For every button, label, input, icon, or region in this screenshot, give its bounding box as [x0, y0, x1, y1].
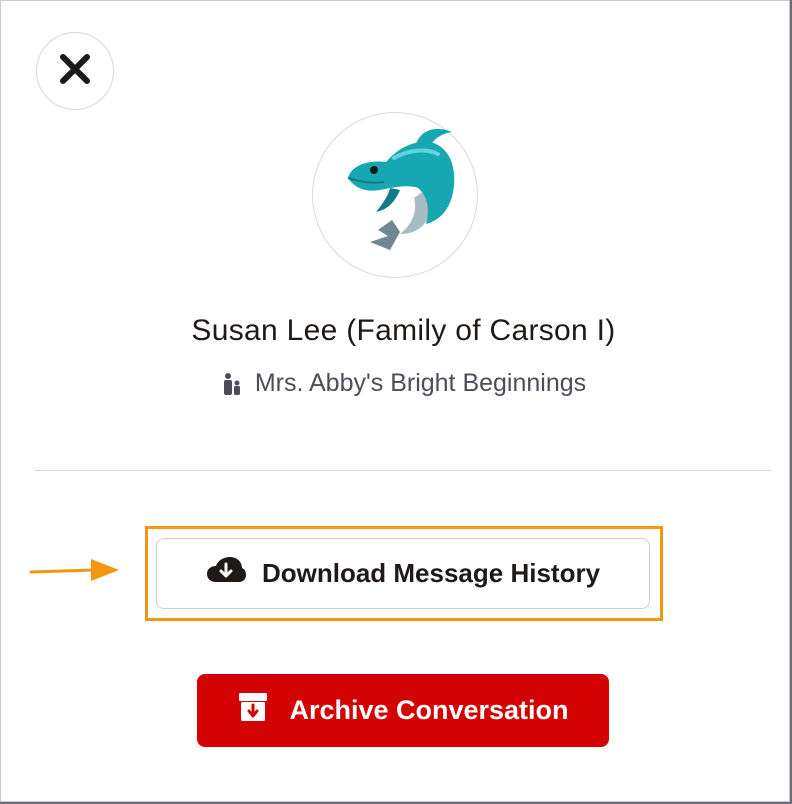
arrow-right-icon	[29, 557, 121, 592]
close-icon	[58, 52, 92, 91]
dolphin-icon	[330, 118, 460, 273]
conversation-details-panel: Susan Lee (Family of Carson I) Mrs. Abby…	[0, 0, 790, 802]
download-button-label: Download Message History	[261, 558, 601, 588]
cloud-download-icon	[206, 556, 246, 591]
divider	[35, 470, 771, 471]
school-name: Mrs. Abby's Bright Beginnings	[254, 369, 587, 397]
family-icon	[221, 372, 243, 396]
avatar	[312, 112, 478, 278]
archive-button-label: Archive Conversation	[289, 695, 569, 725]
contact-school: Mrs. Abby's Bright Beginnings	[1, 369, 792, 398]
contact-name: Susan Lee (Family of Carson I)	[191, 314, 616, 347]
download-message-history-button[interactable]: Download Message History	[156, 538, 650, 609]
archive-box-icon	[237, 691, 269, 730]
close-button[interactable]	[36, 32, 114, 110]
archive-conversation-button[interactable]: Archive Conversation	[197, 674, 609, 747]
